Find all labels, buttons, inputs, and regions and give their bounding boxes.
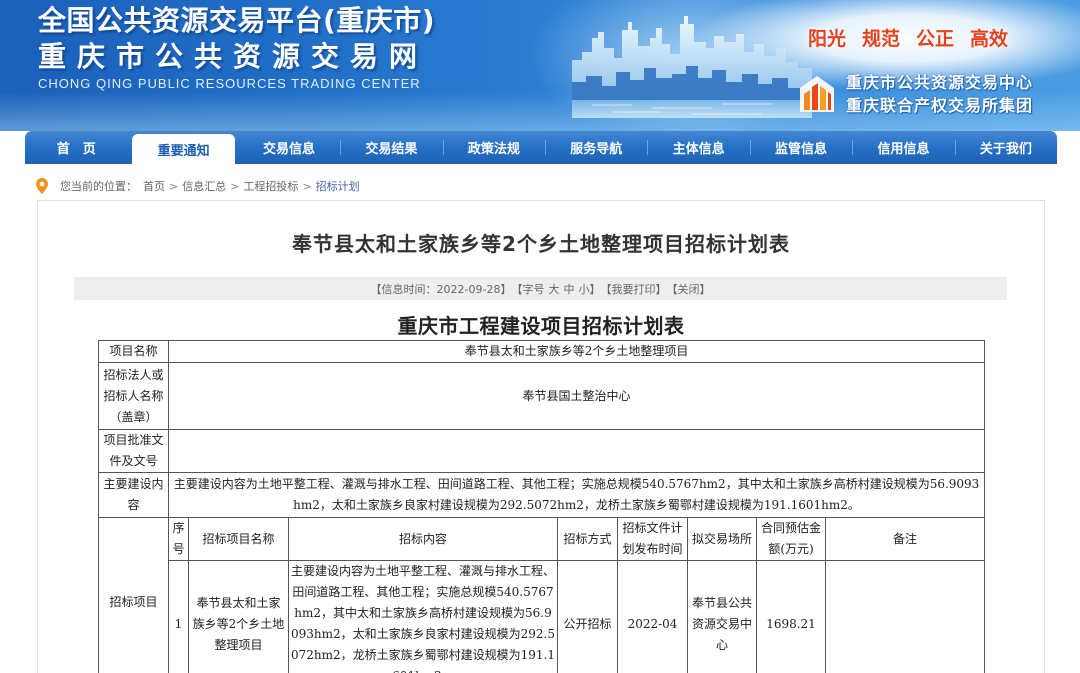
item-content: 主要建设内容为土地平整工程、灌溉与排水工程、田间道路工程、其他工程；实施总规模5… xyxy=(288,560,558,673)
item-remark xyxy=(824,560,986,673)
breadcrumb-link-bidding-plan[interactable]: 招标计划 xyxy=(316,178,360,194)
org-name-primary: 重庆市公共资源交易中心 xyxy=(846,73,1034,92)
nav-item-service-guide[interactable]: 服务导航 xyxy=(545,131,647,164)
article-title: 奉节县太和土家族乡等2个乡土地整理项目招标计划表 xyxy=(292,232,790,256)
article-container: 奉节县太和土家族乡等2个乡土地整理项目招标计划表 【信息时间：2022-09-2… xyxy=(37,200,1045,673)
site-header: 全国公共资源交易平台(重庆市) 重庆市公共资源交易网 CHONG QING PU… xyxy=(0,0,1080,131)
table-heading: 重庆市工程建设项目招标计划表 xyxy=(397,314,685,338)
slogan: 阳光 xyxy=(808,28,847,50)
table-row: 项目名称 奉节县太和土家族乡等2个乡土地整理项目 xyxy=(98,340,986,363)
breadcrumb-link-home[interactable]: 首页 xyxy=(143,178,165,194)
field-label-project-name: 项目名称 xyxy=(98,340,169,363)
nav-item-trade-info[interactable]: 交易信息 xyxy=(238,131,340,164)
breadcrumb: 您当前的位置： 首页 > 信息汇总 > 工程招投标 > 招标计划 xyxy=(36,177,360,195)
item-name: 奉节县太和土家族乡等2个乡土地整理项目 xyxy=(188,560,289,673)
field-value-tenderer: 奉节县国土整治中心 xyxy=(167,362,986,430)
font-size-small-link[interactable]: 小 xyxy=(578,281,589,297)
breadcrumb-separator: > xyxy=(169,179,179,193)
nav-item-entity-info[interactable]: 主体信息 xyxy=(647,131,749,164)
field-label-bidding-items: 招标项目 xyxy=(98,517,169,673)
breadcrumb-separator: > xyxy=(230,179,240,193)
table-row: 招标法人或招标人名称（盖章） 奉节县国土整治中心 xyxy=(98,362,986,430)
site-title-main: 全国公共资源交易平台(重庆市) xyxy=(38,4,436,37)
map-pin-icon xyxy=(36,178,48,194)
table-row: 1 奉节县太和土家族乡等2个乡土地整理项目 主要建设内容为土地平整工程、灌溉与排… xyxy=(99,560,986,673)
field-label-tenderer: 招标法人或招标人名称（盖章） xyxy=(98,362,169,430)
breadcrumb-link-engineering-bidding[interactable]: 工程招投标 xyxy=(243,178,298,194)
column-header-method: 招标方式 xyxy=(557,517,618,561)
table-row: 主要建设内容 主要建设内容为土地平整工程、灌溉与排水工程、田间道路工程、其他工程… xyxy=(98,472,986,518)
field-value-project-name: 奉节县太和土家族乡等2个乡土地整理项目 xyxy=(167,340,986,363)
site-title-sub: 重庆市公共资源交易网 xyxy=(38,40,429,73)
slogan-list: 阳光 规范 公正 高效 xyxy=(808,27,1008,51)
field-label-approval-doc: 项目批准文件及文号 xyxy=(98,429,169,473)
field-label-main-content: 主要建设内容 xyxy=(98,472,169,518)
table-header-row: 招标项目 序号 招标项目名称 招标内容 招标方式 招标文件计划发布时间 拟交易场… xyxy=(98,517,986,673)
slogan: 规范 xyxy=(862,28,901,50)
slogan: 公正 xyxy=(916,28,955,50)
trading-center-logo-icon xyxy=(800,76,834,112)
column-header-venue: 拟交易场所 xyxy=(687,517,757,561)
org-name-secondary: 重庆联合产权交易所集团 xyxy=(846,96,1034,115)
item-no: 1 xyxy=(168,560,189,673)
column-header-publish-time: 招标文件计划发布时间 xyxy=(617,517,688,561)
nav-item-policies[interactable]: 政策法规 xyxy=(442,131,545,164)
map-pin-dot xyxy=(39,181,45,187)
font-size-label-end: 】 xyxy=(589,282,601,296)
print-link[interactable]: 【我要打印】 xyxy=(600,281,666,297)
logo-bar xyxy=(812,83,818,110)
site-title-english: CHONG QING PUBLIC RESOURCES TRADING CENT… xyxy=(38,76,421,91)
main-nav: 首 页 重要通知 交易信息 交易结果 政策法规 服务导航 主体信息 监管信息 信… xyxy=(25,131,1057,164)
close-link[interactable]: 【关闭】 xyxy=(666,281,710,297)
article-meta-bar: 【信息时间：2022-09-28】 【字号 大 中 小 】 【我要打印】 【关闭… xyxy=(74,277,1007,300)
item-publish-time: 2022-04 xyxy=(617,560,688,673)
logo-bar xyxy=(820,86,826,110)
nav-item-supervision-info[interactable]: 监管信息 xyxy=(749,131,852,164)
column-header-item-name: 招标项目名称 xyxy=(188,517,289,561)
bidding-plan-table: 项目名称 奉节县太和土家族乡等2个乡土地整理项目 招标法人或招标人名称（盖章） … xyxy=(98,340,986,673)
column-header-content: 招标内容 xyxy=(288,517,558,561)
item-method: 公开招标 xyxy=(557,560,618,673)
nav-item-home[interactable]: 首 页 xyxy=(25,131,127,164)
item-amount: 1698.21 xyxy=(756,560,826,673)
info-time: 【信息时间：2022-09-28】 xyxy=(370,282,512,296)
nav-item-about-us[interactable]: 关于我们 xyxy=(954,131,1057,164)
breadcrumb-separator: > xyxy=(302,179,312,193)
column-header-amount: 合同预估金额(万元) xyxy=(756,517,826,561)
column-header-remark: 备注 xyxy=(824,517,986,561)
nav-item-credit-info[interactable]: 信用信息 xyxy=(852,131,954,164)
nav-item-important-notices[interactable]: 重要通知 xyxy=(132,134,235,164)
slogan: 高效 xyxy=(970,28,1009,50)
font-size-large-link[interactable]: 大 xyxy=(548,281,559,297)
breadcrumb-prefix: 您当前的位置： xyxy=(60,180,137,193)
item-venue: 奉节县公共资源交易中心 xyxy=(687,560,757,673)
table-row: 项目批准文件及文号 xyxy=(98,429,986,473)
page: 全国公共资源交易平台(重庆市) 重庆市公共资源交易网 CHONG QING PU… xyxy=(0,0,1080,673)
font-size-label: 【字号 xyxy=(511,282,545,296)
field-value-main-content: 主要建设内容为土地平整工程、灌溉与排水工程、田间道路工程、其他工程；实施总规模5… xyxy=(167,472,986,518)
column-header-no: 序号 xyxy=(168,517,189,561)
organization-names: 重庆市公共资源交易中心 重庆联合产权交易所集团 xyxy=(846,71,1033,117)
skyline-river xyxy=(572,100,812,118)
city-skyline-image xyxy=(572,16,812,118)
logo-bar xyxy=(828,92,831,110)
nav-item-trade-results[interactable]: 交易结果 xyxy=(340,131,442,164)
breadcrumb-link-info-summary[interactable]: 信息汇总 xyxy=(182,178,226,194)
field-value-approval-doc xyxy=(167,429,986,473)
font-size-medium-link[interactable]: 中 xyxy=(563,281,574,297)
